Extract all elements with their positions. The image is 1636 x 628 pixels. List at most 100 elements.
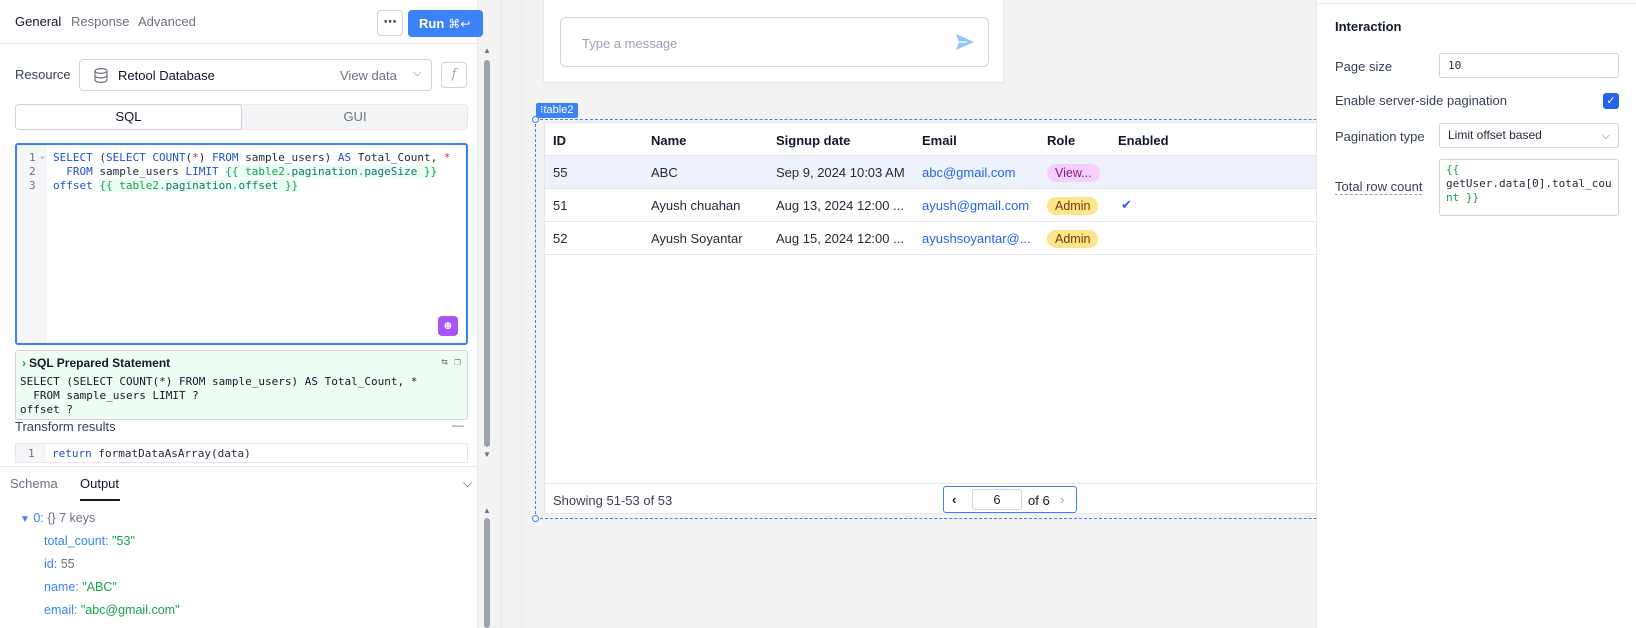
mode-sql[interactable]: SQL bbox=[15, 104, 242, 130]
output-scrollbar[interactable]: ▲ bbox=[483, 506, 491, 628]
cell-signup-date: Aug 15, 2024 12:00 ... bbox=[776, 231, 904, 246]
cell-email-link[interactable]: abc@gmail.com bbox=[922, 165, 1015, 180]
chevron-right-icon: › bbox=[22, 356, 26, 370]
prepared-statement-title[interactable]: › SQL Prepared Statement bbox=[22, 356, 170, 370]
pagination-type-label: Pagination type bbox=[1335, 129, 1425, 144]
database-icon bbox=[94, 68, 108, 83]
resize-handle[interactable] bbox=[532, 116, 539, 123]
editor-scrollbar[interactable]: ▲ ▼ bbox=[483, 46, 491, 460]
mode-gui[interactable]: GUI bbox=[242, 105, 468, 129]
run-button[interactable]: Run ⌘↩ bbox=[408, 10, 483, 37]
resource-name: Retool Database bbox=[118, 68, 215, 83]
prepared-statement-panel: › SQL Prepared Statement ⇆ ❐ SELECT (SELE… bbox=[15, 350, 468, 420]
tab-schema[interactable]: Schema bbox=[10, 476, 58, 491]
resource-label: Resource bbox=[15, 67, 71, 82]
canvas-gutter bbox=[500, 0, 524, 628]
expand-triangle-icon: ▼ bbox=[20, 514, 30, 525]
showing-count: Showing 51-53 of 53 bbox=[553, 493, 673, 508]
column-header-name[interactable]: Name bbox=[651, 133, 686, 148]
resize-handle[interactable] bbox=[532, 515, 539, 522]
cell-name: ABC bbox=[651, 165, 678, 180]
line-number: 1 bbox=[29, 151, 36, 164]
code-line: FROM sample_users LIMIT {{ table2.pagina… bbox=[66, 165, 438, 178]
chevron-down-icon[interactable]: ⌵ bbox=[463, 476, 472, 491]
cell-email-link[interactable]: ayushsoyantar@... bbox=[922, 231, 1031, 246]
more-options-button[interactable]: ⋯ bbox=[377, 10, 403, 36]
scroll-up-icon[interactable]: ▲ bbox=[483, 506, 491, 515]
page-size-input[interactable]: 10 bbox=[1439, 53, 1619, 78]
check-icon: ✔ bbox=[1121, 197, 1132, 212]
chat-placeholder: Type a message bbox=[582, 36, 678, 51]
pagination-type-select[interactable]: Limit offset based ⌵ bbox=[1439, 123, 1619, 148]
prepared-line: SELECT (SELECT COUNT(*) FROM sample_user… bbox=[20, 375, 418, 388]
copy-icon[interactable]: ⇆ ❐ bbox=[441, 355, 461, 368]
cell-name: Ayush chuahan bbox=[651, 198, 741, 213]
divider bbox=[1317, 3, 1636, 4]
ai-assist-icon[interactable]: ☻ bbox=[438, 316, 458, 336]
scroll-thumb[interactable] bbox=[484, 60, 490, 447]
page-total: of 6 bbox=[1028, 493, 1050, 508]
tree-field: id: 55 bbox=[44, 557, 75, 571]
code-line: nt }} bbox=[1446, 191, 1480, 204]
section-title-interaction[interactable]: Interaction bbox=[1335, 19, 1401, 34]
sql-code-editor[interactable]: 1 ⌄ 2 3 SELECT (SELECT COUNT(*) FROM sam… bbox=[15, 143, 468, 345]
run-shortcut: ⌘↩ bbox=[448, 17, 471, 31]
fx-button[interactable]: f bbox=[441, 62, 467, 88]
cell-email-link[interactable]: ayush@gmail.com bbox=[922, 198, 1029, 213]
chevron-down-icon: ⌵ bbox=[413, 67, 422, 79]
tab-output[interactable]: Output bbox=[80, 476, 119, 491]
column-header-enabled[interactable]: Enabled bbox=[1118, 133, 1169, 148]
code-line: SELECT (SELECT COUNT(*) FROM sample_user… bbox=[53, 151, 451, 164]
chat-component: Type a message bbox=[543, 0, 1004, 83]
total-row-count-label: Total row count bbox=[1335, 179, 1423, 195]
role-badge: Admin bbox=[1047, 197, 1099, 215]
page-size-label: Page size bbox=[1335, 59, 1393, 74]
tab-general[interactable]: General bbox=[15, 14, 61, 29]
total-row-count-input[interactable]: {{ getUser.data[0].total_cou nt }} bbox=[1439, 159, 1619, 216]
role-badge: Admin bbox=[1047, 230, 1099, 248]
transform-results-label: Transform results bbox=[15, 419, 116, 434]
column-header-role[interactable]: Role bbox=[1047, 133, 1075, 148]
tab-advanced[interactable]: Advanced bbox=[138, 14, 196, 29]
cell-signup-date: Sep 9, 2024 10:03 AM bbox=[776, 165, 905, 180]
role-badge: View... bbox=[1047, 164, 1100, 182]
code-line: {{ bbox=[1446, 163, 1460, 176]
chevron-right-icon[interactable]: › bbox=[1060, 492, 1064, 507]
collapse-icon[interactable]: — bbox=[452, 418, 464, 432]
transform-code-body: formatDataAsArray(data) bbox=[98, 447, 251, 460]
chat-message-input[interactable]: Type a message bbox=[560, 17, 989, 67]
cell-name: Ayush Soyantar bbox=[651, 231, 743, 246]
run-label: Run bbox=[419, 16, 445, 31]
cell-signup-date: Aug 13, 2024 12:00 ... bbox=[776, 198, 904, 213]
server-pagination-checkbox[interactable]: ✓ bbox=[1603, 93, 1619, 109]
component-name-tag[interactable]: ⁝table2 bbox=[536, 103, 579, 118]
column-header-id[interactable]: ID bbox=[553, 133, 566, 148]
line-number: 2 bbox=[29, 165, 36, 178]
fold-chevron-icon[interactable]: ⌄ bbox=[40, 151, 45, 160]
send-icon[interactable] bbox=[955, 32, 975, 52]
mode-toggle: SQL GUI bbox=[15, 104, 468, 130]
pagination-control: ‹ 6 of 6 › bbox=[943, 486, 1077, 513]
query-editor-panel: General Response Advanced ⋯ Run ⌘↩ Resour… bbox=[0, 0, 491, 628]
inspector-panel: Interaction Page size 10 Enable server-s… bbox=[1316, 0, 1636, 628]
cell-id: 51 bbox=[553, 198, 568, 213]
page-number-input[interactable]: 6 bbox=[972, 489, 1022, 510]
column-header-signup-date[interactable]: Signup date bbox=[776, 133, 850, 148]
scroll-thumb[interactable] bbox=[484, 518, 490, 628]
tree-field: email: "abc@gmail.com" bbox=[44, 603, 180, 617]
tree-field: total_count: "53" bbox=[44, 534, 135, 548]
view-data-link[interactable]: View data bbox=[340, 68, 397, 83]
tab-response[interactable]: Response bbox=[71, 14, 130, 29]
chevron-left-icon[interactable]: ‹ bbox=[952, 492, 956, 507]
tree-root[interactable]: ▼ 0: {} 7 keys bbox=[20, 511, 95, 525]
resource-select[interactable]: Retool Database View data ⌵ bbox=[79, 59, 432, 91]
tree-field: name: "ABC" bbox=[44, 580, 117, 594]
column-header-email[interactable]: Email bbox=[922, 133, 957, 148]
prepared-line: offset ? bbox=[20, 403, 73, 416]
scroll-down-icon[interactable]: ▼ bbox=[483, 450, 491, 459]
scroll-up-icon[interactable]: ▲ bbox=[483, 46, 491, 55]
chevron-down-icon: ⌵ bbox=[1601, 130, 1610, 142]
transform-code-editor[interactable]: 1 return formatDataAsArray(data) bbox=[15, 443, 468, 463]
code-line: offset {{ table2.pagination.offset }} bbox=[53, 179, 299, 192]
output-tabs: Schema Output ⌵ bbox=[0, 466, 478, 501]
